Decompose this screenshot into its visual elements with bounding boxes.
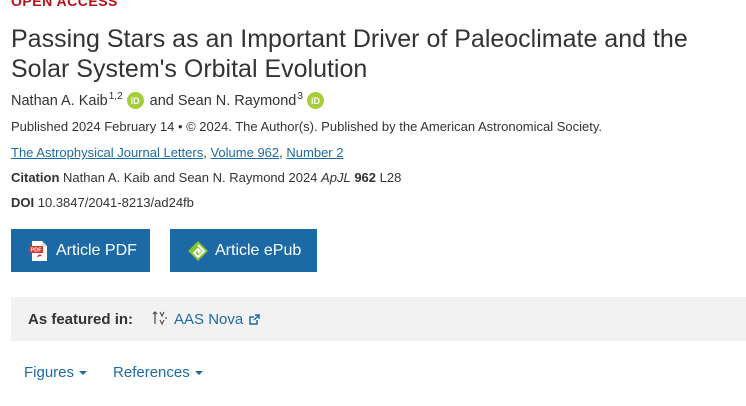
references-dropdown[interactable]: References [113, 364, 203, 381]
citation-journal: ApJL [321, 170, 351, 185]
article-title: Passing Stars as an Important Driver of … [11, 25, 688, 83]
article-epub-label: Article ePub [215, 241, 302, 259]
author-affiliation: 1,2 [108, 91, 123, 102]
section-tabs: Figures References [24, 364, 229, 381]
open-access-label: OPEN ACCESS [11, 0, 118, 9]
featured-in-bar: As featured in: AAS Nova [11, 297, 746, 341]
figures-dropdown[interactable]: Figures [24, 364, 88, 381]
aas-nova-icon [152, 310, 168, 328]
author-name[interactable]: Sean N. Raymond [178, 93, 296, 109]
svg-text:PDF: PDF [31, 247, 43, 253]
pdf-icon: PDF [28, 240, 50, 262]
figures-label: Figures [24, 364, 75, 381]
orcid-icon[interactable]: iD [306, 92, 324, 109]
doi-value: 10.3847/2041-8213/ad24fb [37, 195, 194, 210]
references-label: References [113, 364, 190, 381]
issue-number-link[interactable]: Number 2 [286, 145, 343, 160]
caret-down-icon [79, 370, 88, 375]
article-pdf-button[interactable]: PDF Article PDF [11, 229, 150, 272]
orcid-icon[interactable]: iD [126, 92, 144, 109]
epub-icon [187, 240, 209, 262]
citation-text: Nathan A. Kaib and Sean N. Raymond 2024 [63, 170, 318, 185]
author-list: Nathan A. Kaib 1,2 iD and Sean N. Raymond… [11, 91, 330, 109]
link-separator: , [279, 145, 283, 160]
citation-page: L28 [379, 170, 402, 185]
volume-link[interactable]: Volume 962 [210, 145, 279, 160]
article-epub-button[interactable]: Article ePub [170, 229, 317, 272]
aas-nova-link[interactable]: AAS Nova [152, 310, 260, 328]
doi-label: DOI [11, 195, 35, 210]
journal-link[interactable]: The Astrophysical Journal Letters [11, 145, 203, 160]
article-pdf-label: Article PDF [56, 241, 137, 259]
published-info: Published 2024 February 14 • © 2024. The… [11, 119, 603, 134]
author-name[interactable]: Nathan A. Kaib [11, 93, 108, 109]
doi: DOI 10.3847/2041-8213/ad24fb [11, 195, 194, 210]
caret-down-icon [194, 370, 203, 375]
citation-volume: 962 [354, 170, 377, 185]
journal-links: The Astrophysical Journal Letters, Volum… [11, 145, 343, 160]
author-affiliation: 3 [297, 91, 303, 102]
authors-joiner: and [149, 92, 174, 109]
citation-label: Citation [11, 170, 60, 185]
featured-in-label: As featured in: [28, 310, 134, 328]
link-separator: , [203, 145, 207, 160]
aas-nova-label: AAS Nova [174, 310, 244, 328]
external-link-icon [249, 313, 260, 325]
citation: Citation Nathan A. Kaib and Sean N. Raym… [11, 170, 401, 185]
